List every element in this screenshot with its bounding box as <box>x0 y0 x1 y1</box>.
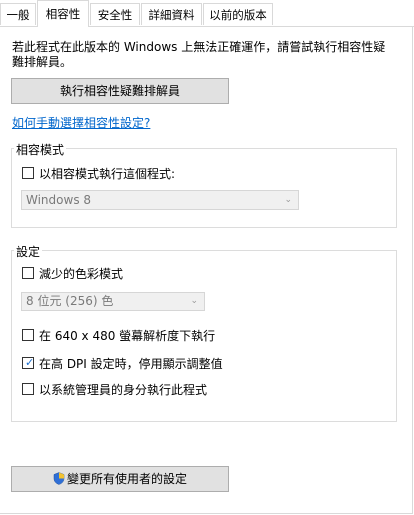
intro-line-2: 難排解員。 <box>12 55 73 69</box>
tab-details-label: 詳細資料 <box>148 8 195 22</box>
color-depth-value: 8 位元 (256) 色 <box>26 294 114 308</box>
change-all-users-label: 變更所有使用者的設定 <box>66 472 187 486</box>
checkmark-icon: ✓ <box>25 356 35 369</box>
resolution-640-checkbox[interactable] <box>22 329 34 341</box>
tab-general[interactable]: 一般 <box>0 3 36 25</box>
chevron-down-icon: ⌄ <box>284 195 292 205</box>
tab-details[interactable]: 詳細資料 <box>141 3 202 25</box>
tab-compatibility[interactable]: 相容性 <box>37 0 89 27</box>
high-dpi-checkbox[interactable]: ✓ <box>22 357 34 369</box>
tab-compatibility-label: 相容性 <box>45 7 81 21</box>
tab-general-label: 一般 <box>6 8 30 22</box>
run-troubleshooter-label: 執行相容性疑難排解員 <box>59 84 180 98</box>
compat-mode-checkbox[interactable] <box>22 167 34 179</box>
compat-mode-title: 相容模式 <box>14 141 67 158</box>
tab-security[interactable]: 安全性 <box>90 3 140 25</box>
settings-title: 設定 <box>14 243 43 260</box>
compat-os-select[interactable]: Windows 8 ⌄ <box>21 190 299 210</box>
chevron-down-icon: ⌄ <box>190 296 198 306</box>
reduced-color-checkbox[interactable] <box>22 267 34 279</box>
tab-strip: 一般 相容性 安全性 詳細資料 以前的版本 <box>0 0 414 27</box>
tab-previous-versions[interactable]: 以前的版本 <box>203 3 273 25</box>
run-troubleshooter-button[interactable]: 執行相容性疑難排解員 <box>11 78 229 104</box>
color-depth-select[interactable]: 8 位元 (256) 色 ⌄ <box>21 292 205 311</box>
compat-os-value: Windows 8 <box>26 193 92 207</box>
intro-line-1: 若此程式在此版本的 Windows 上無法正確運作，請嘗試執行相容性疑 <box>12 40 386 54</box>
compat-mode-label: 以相容模式執行這個程式: <box>39 167 176 181</box>
tab-previous-versions-label: 以前的版本 <box>209 8 267 22</box>
intro-text: 若此程式在此版本的 Windows 上無法正確運作，請嘗試執行相容性疑 難排解員… <box>12 40 402 70</box>
run-as-admin-label: 以系統管理員的身分執行此程式 <box>39 383 208 397</box>
uac-shield-icon <box>53 472 65 485</box>
change-all-users-button[interactable]: 變更所有使用者的設定 <box>11 466 229 492</box>
compat-mode-group <box>11 148 397 228</box>
high-dpi-label: 在高 DPI 設定時，停用顯示調整值 <box>39 357 223 371</box>
reduced-color-label: 減少的色彩模式 <box>39 267 124 281</box>
manual-compat-link[interactable]: 如何手動選擇相容性設定? <box>12 114 150 131</box>
run-as-admin-checkbox[interactable] <box>22 383 34 395</box>
tab-security-label: 安全性 <box>97 8 133 22</box>
resolution-640-label: 在 640 x 480 螢幕解析度下執行 <box>39 329 216 343</box>
